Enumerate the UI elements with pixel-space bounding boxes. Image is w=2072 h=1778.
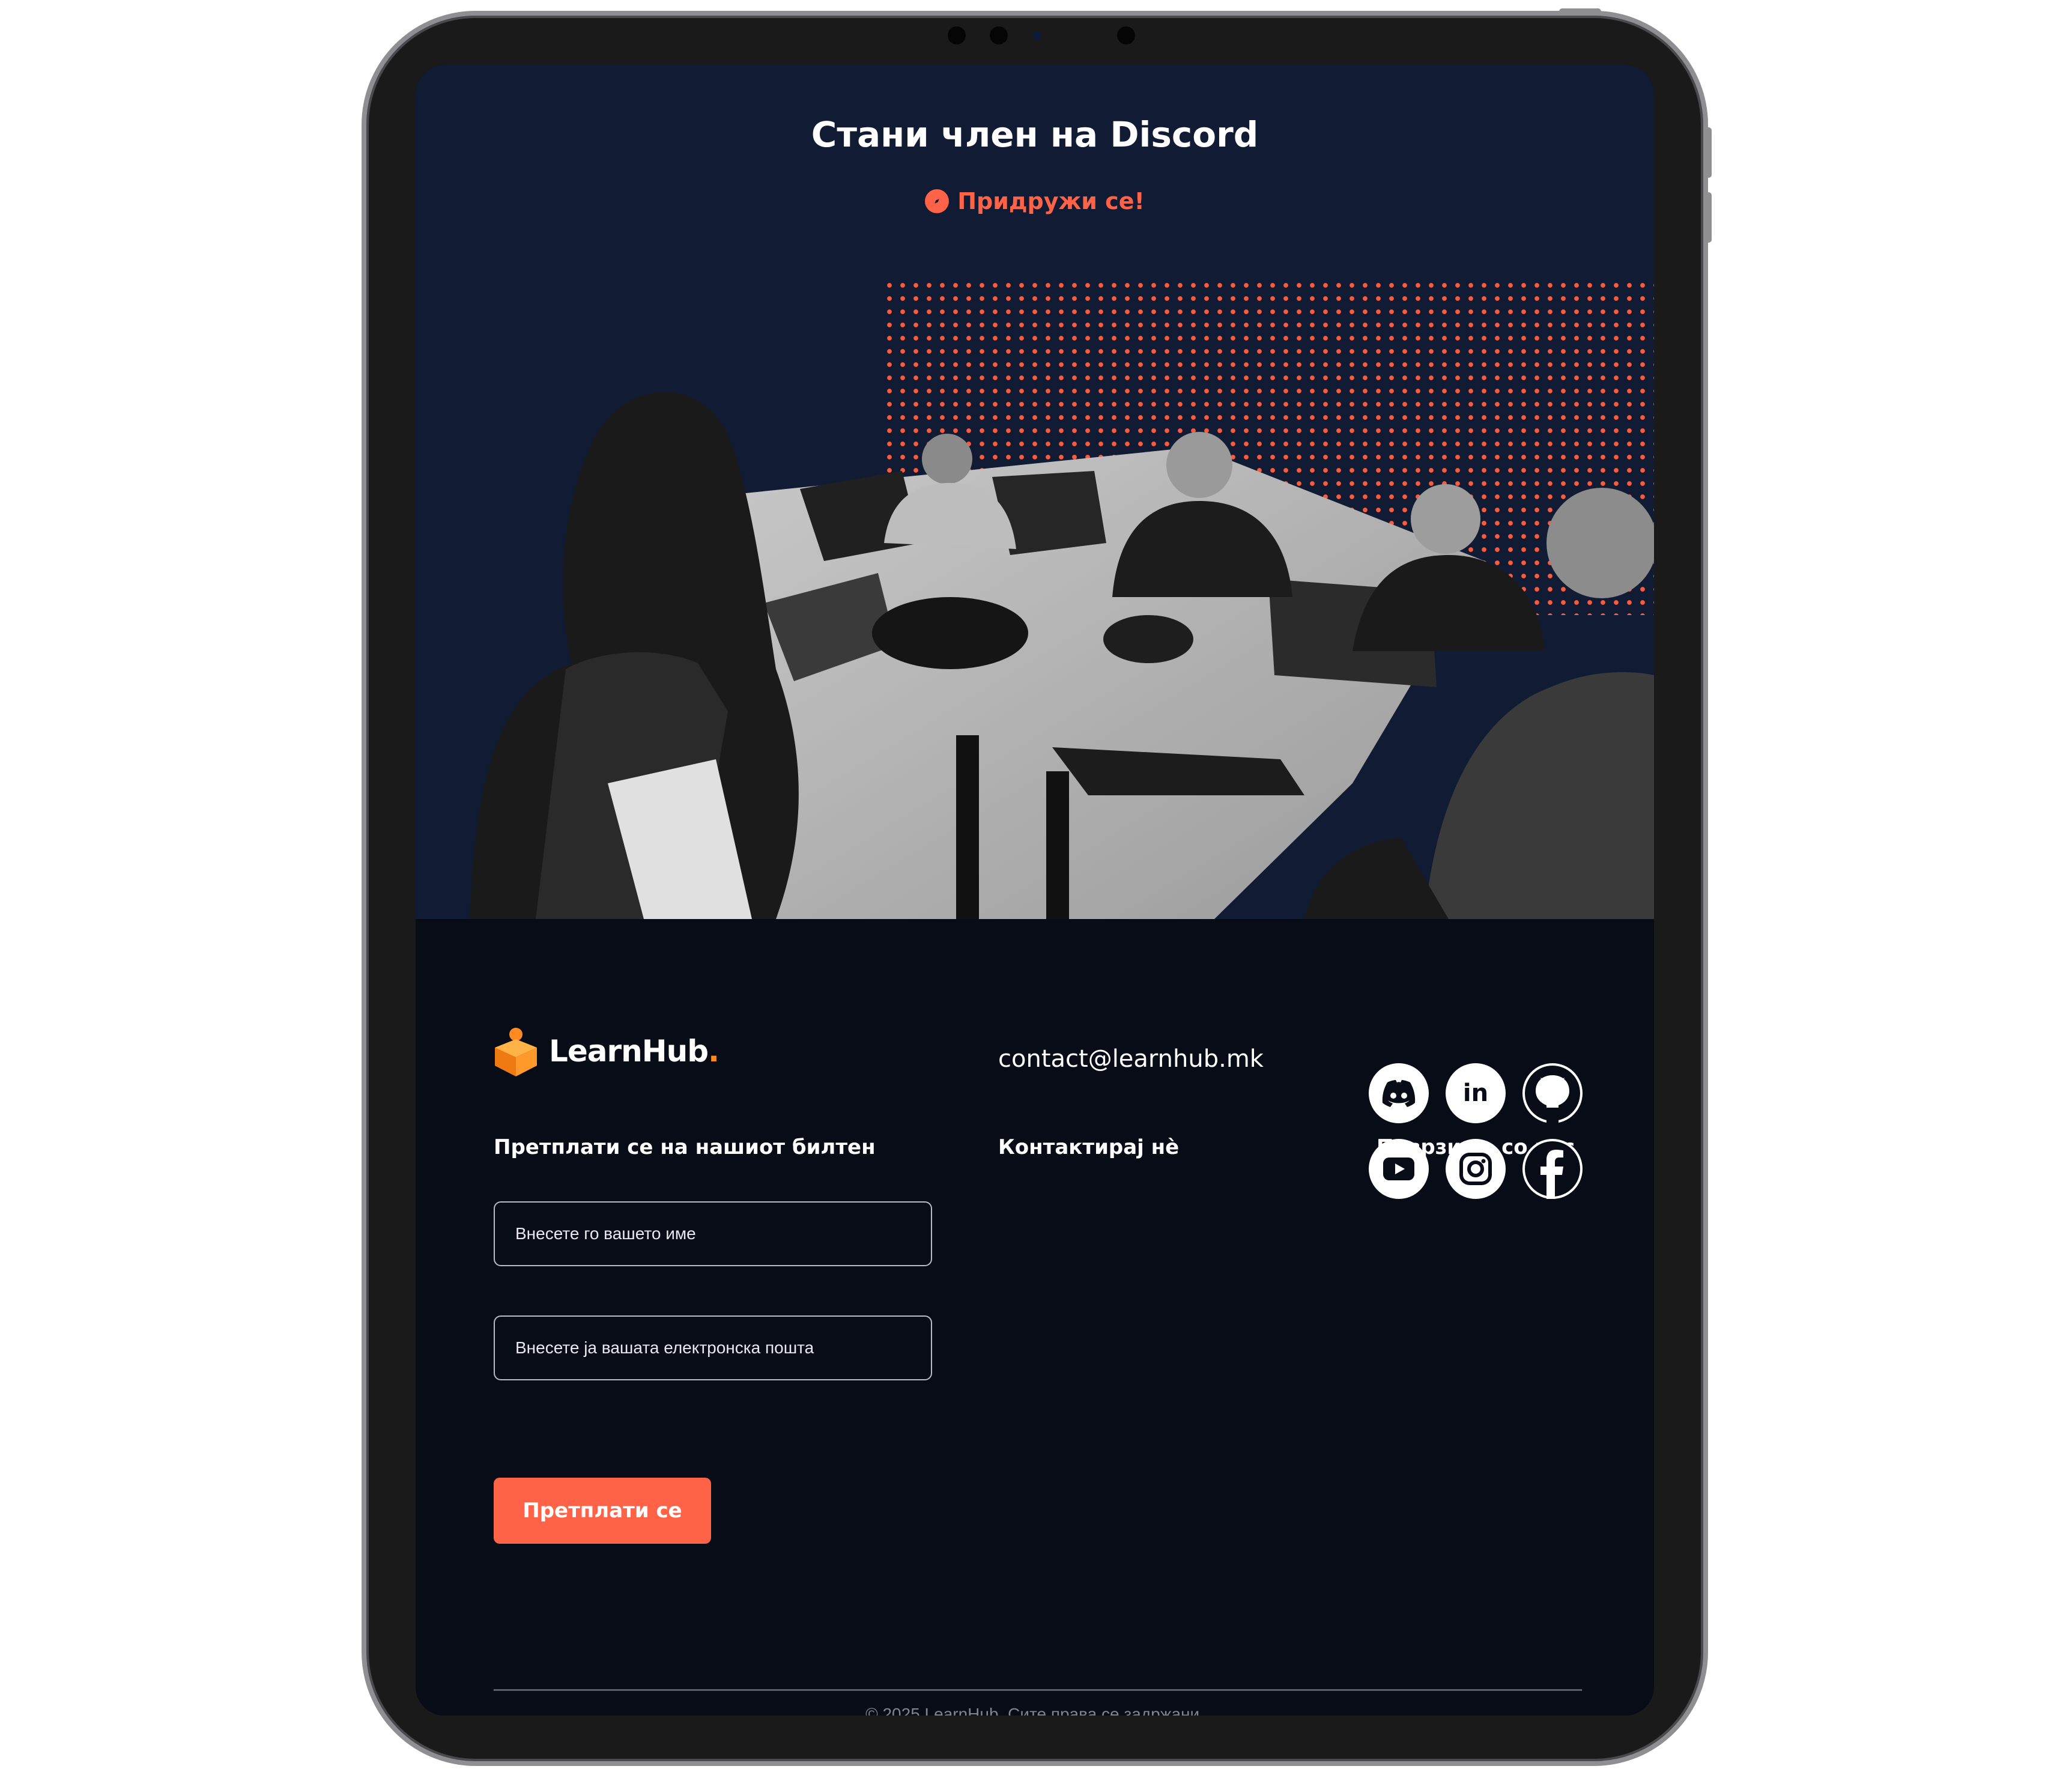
screen: Стани член на Discord Придружи се! Learn… — [416, 65, 1654, 1716]
brand-name: LearnHub. — [549, 1034, 719, 1069]
email-input[interactable] — [494, 1315, 932, 1380]
logo-icon — [495, 1028, 537, 1076]
compass-icon — [925, 189, 950, 213]
contact-title: Контактирај нè — [998, 1135, 1180, 1159]
social-links: in — [1369, 1063, 1583, 1199]
community-photo — [470, 392, 1654, 919]
newsletter-title: Претплати се на нашиот билтен — [494, 1135, 876, 1159]
camera-bar — [930, 24, 1135, 48]
subscribe-button[interactable]: Претплати се — [494, 1478, 711, 1544]
hero-title: Стани член на Discord — [811, 114, 1259, 155]
join-discord-link[interactable]: Придружи се! — [416, 188, 1654, 214]
volume-down-button — [1706, 192, 1712, 243]
name-input[interactable] — [494, 1201, 932, 1266]
discord-icon[interactable] — [1369, 1063, 1429, 1123]
site-footer: LearnHub. Претплати се на нашиот билтен … — [416, 919, 1654, 1716]
facebook-icon[interactable] — [1522, 1139, 1583, 1199]
footer-divider — [494, 1689, 1582, 1691]
youtube-icon[interactable] — [1369, 1139, 1429, 1199]
contact-email-link[interactable]: contact@learnhub.mk — [998, 1045, 1264, 1073]
volume-up-button — [1706, 127, 1712, 178]
instagram-icon[interactable] — [1446, 1139, 1506, 1199]
copyright-text: © 2025 LearnHub. Сите права се задржани. — [865, 1705, 1204, 1716]
brand-logo[interactable]: LearnHub. — [494, 1026, 719, 1076]
github-icon[interactable] — [1522, 1063, 1583, 1123]
hero-cta-label: Придружи се! — [957, 188, 1145, 214]
linkedin-icon[interactable]: in — [1446, 1063, 1506, 1123]
discord-hero: Стани член на Discord Придружи се! — [416, 65, 1654, 919]
power-button — [1559, 8, 1601, 14]
